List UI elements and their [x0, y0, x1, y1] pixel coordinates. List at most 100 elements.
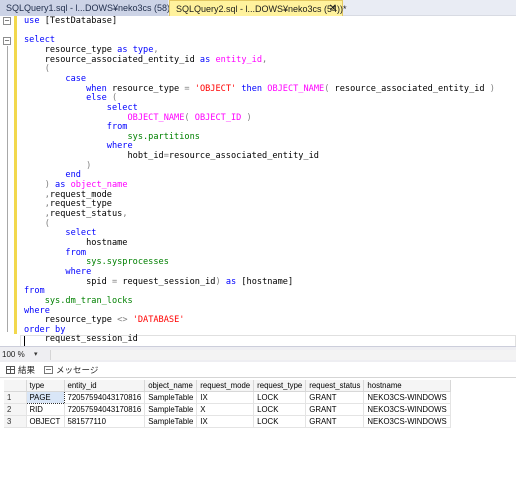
table-cell[interactable]: SampleTable	[144, 403, 198, 416]
table-cell[interactable]: SampleTable	[144, 415, 198, 428]
code-token: <>	[117, 315, 128, 326]
header-row: type entity_id object_name request_mode …	[4, 380, 451, 392]
column-header[interactable]: request_mode	[196, 380, 255, 392]
table-row[interactable]: 3 OBJECT 581577110 SampleTable IX LOCK G…	[4, 415, 451, 428]
table-cell[interactable]: NEKO3CS-WINDOWS	[363, 403, 451, 416]
table-cell[interactable]: 72057594043170816	[64, 391, 146, 404]
collapse-select-icon[interactable]: −	[3, 37, 11, 45]
table-cell[interactable]: NEKO3CS-WINDOWS	[363, 391, 451, 404]
code-line[interactable]: ,request_type	[24, 199, 112, 209]
table-cell[interactable]: SampleTable	[144, 391, 198, 404]
table-cell[interactable]: GRANT	[305, 403, 365, 416]
tab-sqlquery1[interactable]: SQLQuery1.sql - l...DOWS¥neko3cs (58))*	[0, 0, 177, 16]
table-cell[interactable]: GRANT	[305, 415, 365, 428]
zoom-dropdown-icon[interactable]: ▾	[34, 350, 38, 358]
code-token: resource_type	[106, 83, 185, 94]
code-line[interactable]: else (	[24, 93, 117, 103]
table-cell[interactable]: X	[196, 403, 255, 416]
code-token: ,	[24, 189, 50, 200]
code-line[interactable]: resource_associated_entity_id as entity_…	[24, 54, 268, 65]
code-line[interactable]: OBJECT_NAME( OBJECT_ID )	[24, 113, 251, 123]
code-line[interactable]: (	[24, 219, 50, 229]
code-line[interactable]: ,request_status,	[24, 209, 128, 219]
tab-sqlquery2[interactable]: SQLQuery2.sql - l...DOWS¥neko3cs (54))* …	[169, 0, 347, 17]
table-cell[interactable]: IX	[196, 391, 255, 404]
table-cell[interactable]: 72057594043170816	[64, 403, 146, 416]
code-line[interactable]: from	[24, 122, 128, 132]
code-token: 'OBJECT'	[194, 83, 237, 94]
code-line[interactable]: hobt_id=resource_associated_entity_id	[24, 151, 319, 162]
code-line[interactable]: from	[24, 248, 86, 258]
horizontal-scrollbar[interactable]	[50, 350, 516, 360]
code-line[interactable]: where	[24, 267, 91, 277]
table-cell[interactable]: RID	[26, 403, 65, 416]
table-cell[interactable]: IX	[196, 415, 255, 428]
column-header[interactable]: request_status	[305, 380, 365, 392]
code-line[interactable]: ,request_mode	[24, 190, 112, 200]
code-token: from	[24, 286, 45, 297]
code-line[interactable]: sys.dm_tran_locks	[24, 296, 133, 306]
code-token: sys.sysprocesses	[86, 257, 169, 268]
table-row[interactable]: 1 PAGE 72057594043170816 SampleTable IX …	[4, 390, 451, 404]
code-line[interactable]: sys.partitions	[24, 132, 199, 142]
row-number[interactable]: 1	[4, 391, 27, 404]
column-header[interactable]: entity_id	[64, 380, 146, 392]
code-line[interactable]: ) as object_name	[24, 180, 128, 190]
tab-results[interactable]: 結果	[6, 364, 35, 376]
code-token: resource_type	[24, 44, 118, 55]
code-line[interactable]: use [TestDatabase]	[24, 16, 117, 26]
collapse-use-icon[interactable]: −	[3, 17, 11, 25]
code-line[interactable]: from	[24, 286, 45, 296]
code-line[interactable]: resource_type as type,	[24, 45, 159, 55]
code-line[interactable]: (	[24, 64, 50, 74]
code-line[interactable]: spid = request_session_id) as [hostname]	[24, 277, 293, 287]
code-line[interactable]: when resource_type = 'OBJECT' then OBJEC…	[24, 84, 495, 94]
code-line[interactable]: hostname	[24, 238, 127, 248]
row-number[interactable]: 2	[4, 403, 27, 416]
code-line[interactable]: where	[24, 141, 133, 151]
code-token: spid	[24, 276, 112, 287]
document-tab-strip: SQLQuery1.sql - l...DOWS¥neko3cs (58))* …	[0, 0, 516, 16]
code-line[interactable]: resource_type <> 'DATABASE'	[24, 315, 185, 326]
column-header[interactable]: hostname	[363, 380, 451, 392]
code-token: OBJECT_NAME	[267, 83, 325, 94]
code-token: ,	[153, 44, 159, 55]
code-line[interactable]: select	[24, 228, 96, 238]
results-grid[interactable]: type entity_id object_name request_mode …	[0, 378, 516, 480]
code-line[interactable]: where	[24, 306, 50, 316]
code-token: entity_id	[215, 54, 263, 65]
code-token: resource_associated_entity_id	[168, 151, 319, 162]
table-cell[interactable]: LOCK	[253, 391, 307, 404]
code-token: end	[24, 170, 81, 181]
code-token: ,	[122, 209, 128, 219]
column-header[interactable]: type	[26, 380, 65, 392]
table-cell[interactable]: LOCK	[253, 403, 307, 416]
row-number[interactable]: 3	[4, 415, 27, 428]
table-cell[interactable]: GRANT	[305, 391, 365, 404]
code-line[interactable]: case	[24, 74, 86, 84]
code-token: where	[24, 266, 92, 277]
code-line[interactable]: select	[24, 35, 55, 45]
table-cell[interactable]: OBJECT	[26, 415, 65, 428]
code-line[interactable]: order by	[24, 325, 65, 335]
column-header[interactable]: request_type	[253, 380, 307, 392]
query-editor[interactable]: − − use [TestDatabase] select resource_ty…	[0, 16, 516, 347]
column-header[interactable]: object_name	[144, 380, 198, 392]
zoom-level[interactable]: 100 %	[2, 350, 25, 359]
fold-guide-line	[7, 46, 8, 332]
code-token: object_name	[70, 180, 128, 191]
code-line[interactable]: end	[24, 170, 81, 180]
code-line[interactable]: sys.sysprocesses	[24, 257, 169, 267]
code-line[interactable]: )	[24, 161, 91, 171]
tab-messages[interactable]: メッセージ	[44, 364, 98, 376]
close-tab-icon[interactable]: ✕	[329, 1, 337, 17]
table-cell[interactable]: 581577110	[64, 415, 146, 428]
table-cell[interactable]: PAGE	[25, 390, 65, 404]
table-row[interactable]: 2 RID 72057594043170816 SampleTable X LO…	[4, 403, 451, 416]
code-line[interactable]: select	[24, 103, 138, 113]
results-tab-strip: 結果 メッセージ	[0, 362, 516, 378]
code-line[interactable]: request_session_id	[24, 334, 138, 344]
table-cell[interactable]: NEKO3CS-WINDOWS	[363, 415, 451, 428]
table-cell[interactable]: LOCK	[253, 415, 307, 428]
